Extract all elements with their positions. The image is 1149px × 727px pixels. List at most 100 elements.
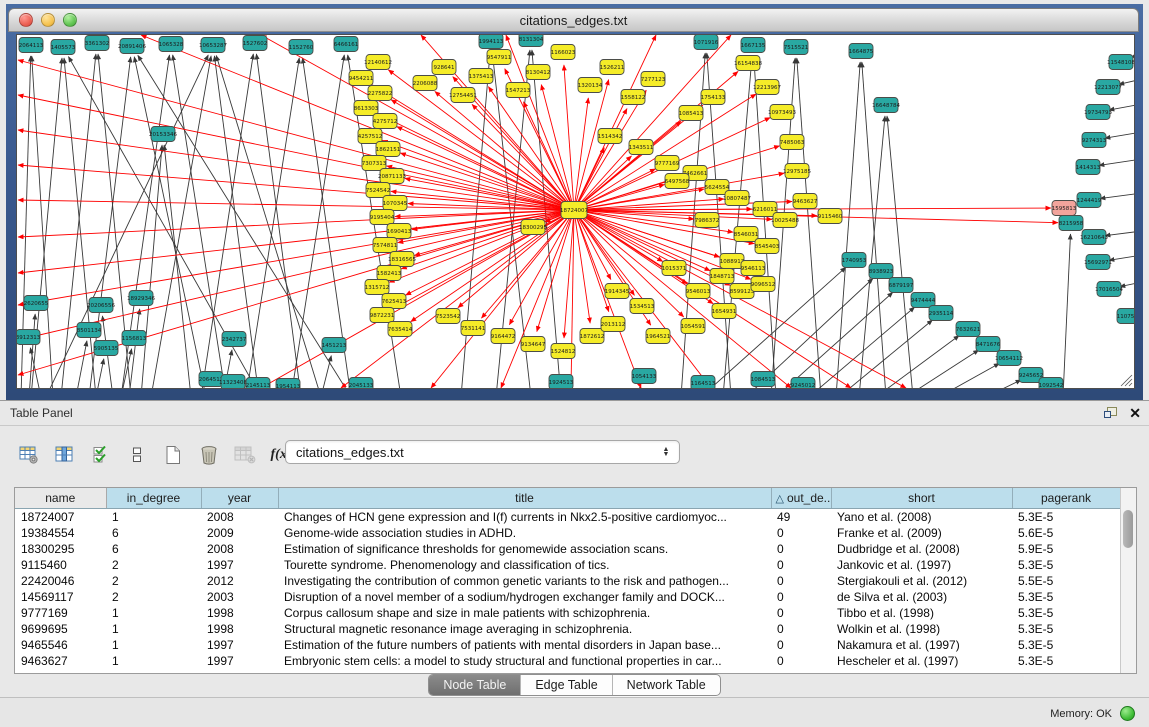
graph-node[interactable]: 10025488	[771, 213, 799, 228]
graph-node[interactable]: 7515521	[784, 40, 809, 55]
table-row[interactable]: 911546021997Tourette syndrome. Phenomeno…	[15, 557, 1120, 573]
window-titlebar[interactable]: citations_edges.txt	[8, 8, 1139, 32]
graph-node[interactable]: 1054133	[632, 369, 657, 384]
graph-node[interactable]: 7523542	[436, 309, 461, 324]
tab-edge-table[interactable]: Edge Table	[520, 675, 611, 695]
graph-node[interactable]: 1244419	[1077, 193, 1102, 208]
graph-node[interactable]: 1664875	[849, 44, 874, 59]
table-row[interactable]: 1456911722003Disruption of a novel membe…	[15, 589, 1120, 605]
graph-node[interactable]: 9454211	[349, 71, 374, 86]
graph-node[interactable]: 1514342	[598, 129, 623, 144]
graph-node[interactable]: 928641	[432, 60, 456, 75]
graph-node[interactable]: 1071916	[694, 35, 719, 50]
network-canvas[interactable]: 1872400712140612945421122758228613303427…	[16, 34, 1135, 389]
zoom-window-button[interactable]	[63, 13, 77, 27]
graph-node[interactable]: 11548108	[1107, 55, 1134, 70]
graph-node[interactable]: 1524812	[551, 344, 576, 359]
graph-node[interactable]: 3912313	[17, 330, 41, 345]
graph-node[interactable]: 7277123	[641, 72, 666, 87]
graph-node[interactable]: 1065328	[159, 37, 184, 52]
graph-node[interactable]: 18316565	[388, 252, 416, 267]
graph-node[interactable]: 9245012	[791, 378, 816, 389]
graph-node[interactable]: 8545403	[755, 239, 780, 254]
graph-node[interactable]: 20871133	[378, 169, 406, 184]
graph-node[interactable]: 2275822	[368, 86, 393, 101]
graph-node[interactable]: 1320134	[578, 78, 603, 93]
graph-node[interactable]: 9115460	[818, 209, 843, 224]
graph-node[interactable]: 10807487	[723, 191, 751, 206]
graph-node[interactable]: 2206088	[413, 76, 438, 91]
scrollbar-thumb[interactable]	[1123, 510, 1133, 548]
graph-node[interactable]: 1872612	[580, 329, 605, 344]
graph-node[interactable]: 2935114	[929, 306, 954, 321]
graph-node[interactable]: 2620655	[24, 296, 49, 311]
table-vertical-scrollbar[interactable]	[1120, 488, 1136, 673]
table-row[interactable]: 1830029562008Estimation of significance …	[15, 541, 1120, 557]
graph-node[interactable]: 1084513	[751, 372, 776, 387]
table-row[interactable]: 977716911998Corpus callosum shape and si…	[15, 605, 1120, 621]
column-header-title[interactable]: title	[278, 488, 771, 509]
network-canvas-svg[interactable]: 1872400712140612945421122758228613303427…	[17, 35, 1134, 388]
table-row[interactable]: 946362711997Embryonic stem cells: a mode…	[15, 653, 1120, 669]
table-row[interactable]: 969969511998Structural magnetic resonanc…	[15, 621, 1120, 637]
graph-node[interactable]: 9546013	[686, 284, 711, 299]
graph-node[interactable]: 1152760	[289, 40, 314, 55]
graph-node[interactable]: 1070345	[383, 196, 408, 211]
graph-node[interactable]: 1534513	[630, 299, 655, 314]
graph-node[interactable]: 3361302	[85, 36, 110, 51]
column-header-short[interactable]: short	[831, 488, 1012, 509]
graph-node[interactable]: 1667135	[741, 38, 766, 53]
graph-node[interactable]: 20153346	[149, 127, 177, 142]
graph-node[interactable]: 10973493	[768, 105, 796, 120]
graph-node[interactable]: 9547911	[487, 50, 512, 65]
column-header-pagerank[interactable]: pagerank	[1012, 488, 1120, 509]
graph-node[interactable]: 9134647	[521, 337, 546, 352]
minimize-window-button[interactable]	[41, 13, 55, 27]
graph-node[interactable]: 9164472	[491, 329, 516, 344]
table-row[interactable]: 1938455462009Genome-wide association stu…	[15, 525, 1120, 541]
graph-node[interactable]: 7986372	[695, 213, 720, 228]
graph-node[interactable]: 12975185	[783, 164, 811, 179]
graph-node[interactable]: 15692971	[1084, 255, 1112, 270]
graph-node[interactable]: 1654931	[712, 304, 737, 319]
graph-node[interactable]: 16210643	[1080, 230, 1108, 245]
insert-column-icon[interactable]	[50, 442, 80, 468]
graph-node[interactable]: 19734793	[1084, 105, 1112, 120]
graph-node[interactable]: 9463627	[793, 194, 818, 209]
column-header-year[interactable]: year	[201, 488, 278, 509]
delete-entry-trash-icon[interactable]	[194, 442, 224, 468]
graph-node[interactable]: 9096512	[751, 277, 776, 292]
graph-node[interactable]: 18300295	[519, 220, 547, 235]
graph-node[interactable]: 8546031	[734, 227, 759, 242]
float-panel-icon[interactable]	[1104, 407, 1117, 419]
graph-node[interactable]: 1954113	[276, 379, 301, 389]
graph-node[interactable]: 1315712	[365, 280, 390, 295]
column-header-name[interactable]: name	[15, 488, 106, 509]
graph-node[interactable]: 1582413	[377, 266, 402, 281]
graph-node[interactable]: 8938923	[869, 264, 894, 279]
graph-node[interactable]: 1924513	[549, 375, 574, 389]
graph-node[interactable]: 1690413	[387, 224, 412, 239]
graph-node[interactable]: 1015371	[662, 261, 687, 276]
graph-node[interactable]: 8130412	[526, 65, 551, 80]
graph-node[interactable]: 1914345	[605, 284, 630, 299]
graph-node[interactable]: 12213967	[753, 80, 781, 95]
graph-node[interactable]: 17016504	[1095, 282, 1123, 297]
graph-node[interactable]: 1527602	[243, 36, 268, 51]
graph-node[interactable]: 1994113	[479, 35, 504, 49]
graph-node[interactable]: 7531141	[461, 321, 486, 336]
graph-node[interactable]: 2064113	[19, 38, 44, 53]
graph-node[interactable]: 1848713	[710, 269, 735, 284]
graph-node[interactable]: 1451213	[322, 338, 347, 353]
graph-node[interactable]: 1526211	[600, 60, 625, 75]
graph-node[interactable]: 9274313	[1082, 133, 1107, 148]
graph-node[interactable]: 1166023	[551, 45, 576, 60]
graph-node[interactable]: 1862151	[376, 142, 401, 157]
memory-ok-indicator[interactable]	[1120, 706, 1135, 721]
table-row[interactable]: 946554611997Estimation of the future num…	[15, 637, 1120, 653]
graph-node[interactable]: 2045133	[349, 378, 374, 389]
graph-node[interactable]: 7625413	[382, 294, 407, 309]
graph-node[interactable]: 6466161	[334, 37, 359, 52]
graph-node[interactable]: 1375413	[469, 69, 494, 84]
graph-node[interactable]: 9872231	[370, 308, 395, 323]
